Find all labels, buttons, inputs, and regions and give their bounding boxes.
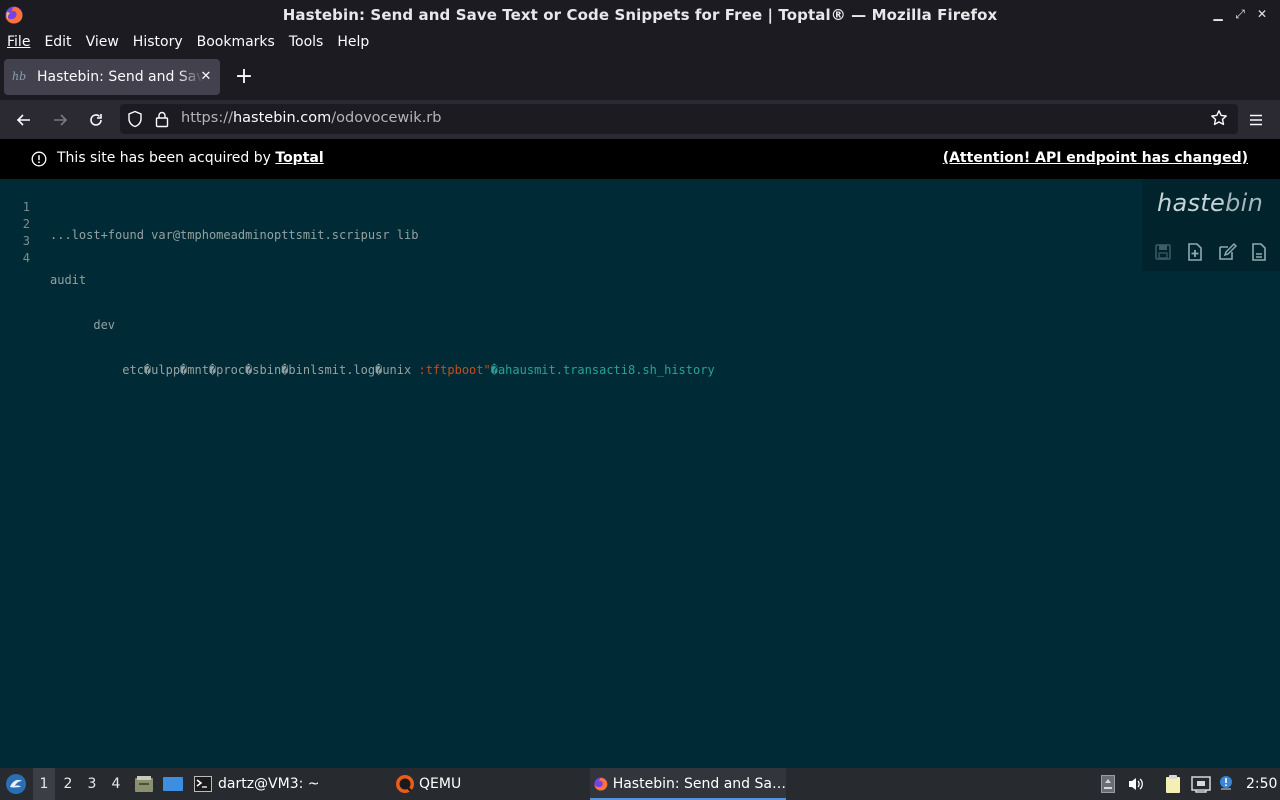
code-line: dev xyxy=(50,318,116,332)
toptal-link[interactable]: Toptal xyxy=(275,150,323,166)
line-number: 4 xyxy=(22,251,30,265)
desktop-icon xyxy=(163,777,183,791)
forward-arrow-icon xyxy=(54,114,68,126)
tab-bar: hb Hastebin: Send and Save Text or Code … xyxy=(0,54,1280,100)
qemu-icon xyxy=(396,775,414,793)
url-bar[interactable]: https://hastebin.com/odovocewik.rb xyxy=(120,104,1238,134)
raw-button[interactable] xyxy=(1248,241,1270,263)
navigation-toolbar: https://hastebin.com/odovocewik.rb xyxy=(0,100,1280,139)
task-qemu-label: QEMU xyxy=(419,776,462,792)
code-line: audit xyxy=(50,273,87,287)
hamburger-menu-icon xyxy=(1250,114,1262,126)
edit-icon xyxy=(1219,242,1237,260)
code-line: etc�ulpp�mnt�proc�sbin�binlsmit.log�unix… xyxy=(50,362,715,379)
window-titlebar: Hastebin: Send and Save Text or Code Sni… xyxy=(0,0,1280,30)
raw-document-icon xyxy=(1252,243,1266,261)
tab-title: Hastebin: Send and Save Text or Code Sni… xyxy=(37,69,203,85)
hastebin-tools xyxy=(1152,241,1270,263)
update-tray-icon xyxy=(1101,775,1115,793)
notification-icon xyxy=(1220,776,1232,790)
api-endpoint-notice[interactable]: (Attention! API endpoint has changed) xyxy=(943,150,1248,166)
firefox-logo-icon xyxy=(5,6,23,24)
window-title: Hastebin: Send and Save Text or Code Sni… xyxy=(282,6,998,24)
hastebin-logo: hastebin xyxy=(1157,189,1264,217)
menu-help[interactable]: Help xyxy=(337,34,369,50)
clock[interactable]: 2:50 xyxy=(1246,768,1277,800)
firefox-task-icon xyxy=(594,777,608,791)
menu-history[interactable]: History xyxy=(133,34,183,50)
code-token-symbol: :tftpboot" xyxy=(418,363,491,377)
line-number: 2 xyxy=(22,217,30,231)
menu-file[interactable]: File xyxy=(7,34,30,50)
info-circle-icon xyxy=(31,151,47,167)
taskbar: 1 2 3 4 dartz@VM3: ~ QEMU Hastebin: Send… xyxy=(0,768,1280,800)
clipboard-icon xyxy=(1166,775,1180,793)
tray-updates[interactable] xyxy=(1099,768,1117,800)
reload-icon xyxy=(90,114,102,126)
minimize-icon[interactable]: ▁ xyxy=(1212,6,1224,22)
code-line: ...lost+found var@tmphomeadminopttsmit.s… xyxy=(50,228,419,242)
tab-hastebin[interactable]: hb Hastebin: Send and Save Text or Code … xyxy=(4,59,220,95)
lock-icon[interactable] xyxy=(155,110,169,128)
show-desktop-button[interactable] xyxy=(161,768,185,800)
forward-button[interactable] xyxy=(48,108,72,132)
back-button[interactable] xyxy=(12,108,36,132)
task-firefox-label: Hastebin: Send and Sa… xyxy=(612,776,786,792)
menu-view[interactable]: View xyxy=(86,34,119,50)
tray-volume[interactable] xyxy=(1127,768,1145,800)
terminal-icon xyxy=(194,776,212,792)
window-controls: ▁ ⤢ ✕ xyxy=(1212,6,1268,22)
hastebin-favicon-icon: hb xyxy=(12,70,27,83)
save-icon xyxy=(1155,244,1171,260)
start-menu-button[interactable] xyxy=(4,768,28,800)
code-editor[interactable]: 1 2 3 4 ...lost+found var@tmphomeadminop… xyxy=(0,179,1280,768)
back-arrow-icon xyxy=(16,114,30,126)
line-numbers: 1 2 3 4 xyxy=(0,199,30,267)
line-number: 3 xyxy=(22,234,30,248)
workspace-2[interactable]: 2 xyxy=(57,768,79,800)
tray-clipboard[interactable] xyxy=(1163,768,1183,800)
task-qemu[interactable]: QEMU xyxy=(395,768,461,800)
tracking-protection-shield-icon[interactable] xyxy=(127,110,143,128)
reload-button[interactable] xyxy=(84,108,108,132)
bookmark-star-icon[interactable] xyxy=(1210,109,1228,127)
new-document-icon xyxy=(1188,243,1202,261)
new-tab-button[interactable]: + xyxy=(234,66,254,88)
task-terminal-label: dartz@VM3: ~ xyxy=(218,776,320,792)
notice-banner: This site has been acquired by Toptal (A… xyxy=(0,139,1280,179)
volume-icon xyxy=(1129,778,1143,790)
code-content[interactable]: ...lost+found var@tmphomeadminopttsmit.s… xyxy=(50,199,715,407)
code-token-string: �ahausmit.transacti8.sh_history xyxy=(490,363,715,377)
workspace-1[interactable]: 1 xyxy=(33,768,55,800)
menu-bar: File Edit View History Bookmarks Tools H… xyxy=(0,30,1280,54)
file-manager-icon xyxy=(135,776,153,792)
task-firefox[interactable]: Hastebin: Send and Sa… xyxy=(590,768,786,800)
file-manager-launcher[interactable] xyxy=(133,768,155,800)
acquired-message: This site has been acquired by Toptal xyxy=(57,150,324,166)
network-icon xyxy=(1191,776,1211,793)
edit-button[interactable] xyxy=(1216,241,1238,263)
line-number: 1 xyxy=(22,200,30,214)
new-button[interactable] xyxy=(1184,241,1206,263)
workspace-3[interactable]: 3 xyxy=(81,768,103,800)
api-endpoint-link[interactable]: (Attention! API endpoint has changed) xyxy=(943,150,1248,166)
task-terminal[interactable]: dartz@VM3: ~ xyxy=(194,768,326,800)
distro-logo-icon xyxy=(6,774,26,794)
close-window-icon[interactable]: ✕ xyxy=(1256,6,1268,22)
menu-edit[interactable]: Edit xyxy=(44,34,71,50)
code-line-text: etc�ulpp�mnt�proc�sbin�binlsmit.log�unix xyxy=(50,363,419,377)
tray-notifications[interactable] xyxy=(1217,768,1237,800)
maximize-icon[interactable]: ⤢ xyxy=(1234,6,1246,22)
url-text[interactable]: https://hastebin.com/odovocewik.rb xyxy=(181,110,441,126)
save-button[interactable] xyxy=(1152,241,1174,263)
menu-bookmarks[interactable]: Bookmarks xyxy=(197,34,275,50)
app-menu-button[interactable] xyxy=(1244,108,1268,132)
menu-tools[interactable]: Tools xyxy=(289,34,324,50)
tray-network[interactable] xyxy=(1190,768,1212,800)
hastebin-toolbox: hastebin xyxy=(1142,179,1280,271)
tab-close-icon[interactable]: ✕ xyxy=(198,69,214,85)
workspace-4[interactable]: 4 xyxy=(105,768,127,800)
